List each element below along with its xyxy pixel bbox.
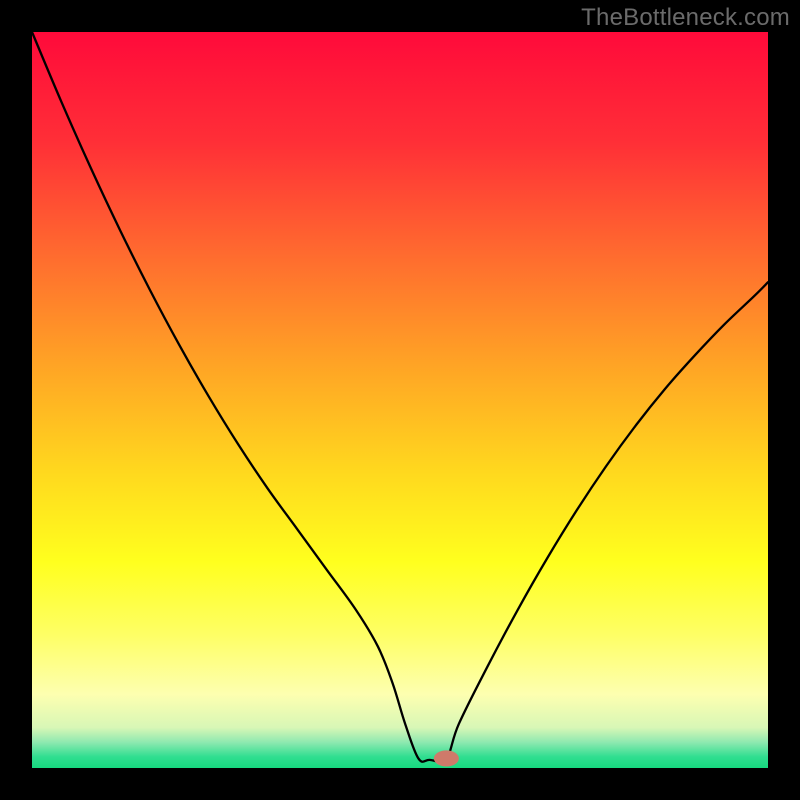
plot-background <box>32 32 768 768</box>
chart-frame: TheBottleneck.com <box>0 0 800 800</box>
bottleneck-chart <box>0 0 800 800</box>
watermark-text: TheBottleneck.com <box>581 4 790 32</box>
bottleneck-point-marker <box>434 750 459 766</box>
